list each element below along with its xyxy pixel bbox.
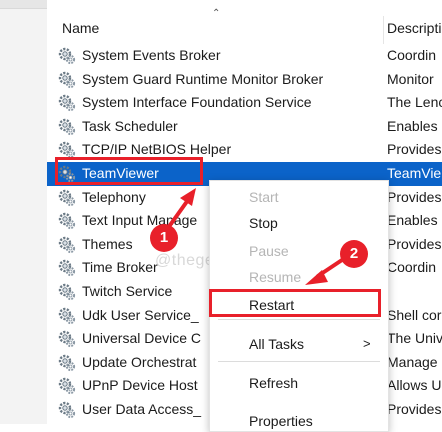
menu-separator <box>218 361 380 362</box>
service-description: TeamVie <box>387 165 442 181</box>
service-row[interactable]: System Guard Runtime Monitor Broker Monit… <box>47 68 442 92</box>
service-row[interactable]: System Events Broker Coordin <box>47 44 442 68</box>
service-name: UPnP Device Host <box>82 377 198 394</box>
service-description: Coordin <box>387 259 437 276</box>
menu-item-all-tasks[interactable]: All Tasks <box>249 336 304 352</box>
service-name: Themes <box>82 235 133 252</box>
column-header-name[interactable]: Name <box>62 20 99 36</box>
service-name: System Interface Foundation Service <box>82 94 312 111</box>
menu-item-resume: Resume <box>249 269 302 285</box>
service-row[interactable]: Task Scheduler Enables <box>47 115 442 139</box>
step-2-badge: 2 <box>340 240 368 268</box>
gear-icon <box>58 330 76 348</box>
service-description: Monitor <box>387 70 434 87</box>
service-name: Task Scheduler <box>82 117 178 134</box>
service-description: Allows U <box>387 377 442 394</box>
column-header: ⌃ Name Descripti <box>47 8 442 44</box>
menu-separator <box>218 319 380 320</box>
menu-item-properties[interactable]: Properties <box>249 413 313 429</box>
service-description: Provides <box>387 401 442 417</box>
left-pane <box>0 0 47 424</box>
gear-icon <box>58 354 76 372</box>
chevron-right-icon: > <box>363 336 371 351</box>
service-description: Coordin <box>387 47 437 63</box>
service-description: Enables <box>387 117 438 134</box>
service-name: System Guard Runtime Monitor Broker <box>82 70 324 87</box>
column-header-description[interactable]: Descripti <box>387 20 441 36</box>
column-divider[interactable] <box>383 16 384 44</box>
service-name: Udk User Service_ <box>82 306 199 323</box>
gear-icon <box>58 307 76 325</box>
gear-icon <box>58 71 76 89</box>
service-description: Provides <box>387 235 442 252</box>
service-name: Update Orchestrat <box>82 353 197 370</box>
service-name: Text Input Manage <box>82 212 198 229</box>
service-name: User Data Access_ <box>82 401 202 417</box>
service-row[interactable]: System Interface Foundation Service The L… <box>47 91 442 115</box>
service-name: TCP/IP NetBIOS Helper <box>82 141 232 158</box>
menu-item-start: Start <box>249 189 279 205</box>
gear-icon <box>58 259 76 277</box>
service-name: Telephony <box>82 188 146 205</box>
gear-icon <box>58 189 76 207</box>
service-name: Twitch Service <box>82 283 173 299</box>
gear-icon <box>58 118 76 136</box>
left-pane-header <box>0 0 47 9</box>
menu-item-pause: Pause <box>249 243 289 259</box>
gear-icon <box>58 47 76 65</box>
service-description: The Univ <box>387 330 442 347</box>
menu-item-stop[interactable]: Stop <box>249 215 278 231</box>
service-name: Time Broker <box>82 259 158 276</box>
service-description: Provides <box>387 141 442 158</box>
step-1-badge: 1 <box>150 224 178 252</box>
service-name: Universal Device C <box>82 330 202 347</box>
gear-icon <box>58 283 76 301</box>
service-description: Enables <box>387 212 438 229</box>
gear-icon <box>58 236 76 254</box>
service-description: Shell cor <box>387 306 442 323</box>
service-description: The Lenc <box>387 94 442 111</box>
sort-ascending-icon: ⌃ <box>212 8 221 19</box>
gear-icon <box>58 377 76 395</box>
service-description: Manage <box>387 353 438 370</box>
service-description: Provides <box>387 188 442 205</box>
gear-icon <box>58 212 76 230</box>
service-name: System Events Broker <box>82 47 221 63</box>
gear-icon <box>58 401 76 419</box>
restart-highlight-box <box>209 289 381 317</box>
teamviewer-highlight-box <box>55 157 203 185</box>
menu-item-refresh[interactable]: Refresh <box>249 375 298 391</box>
gear-icon <box>58 94 76 112</box>
